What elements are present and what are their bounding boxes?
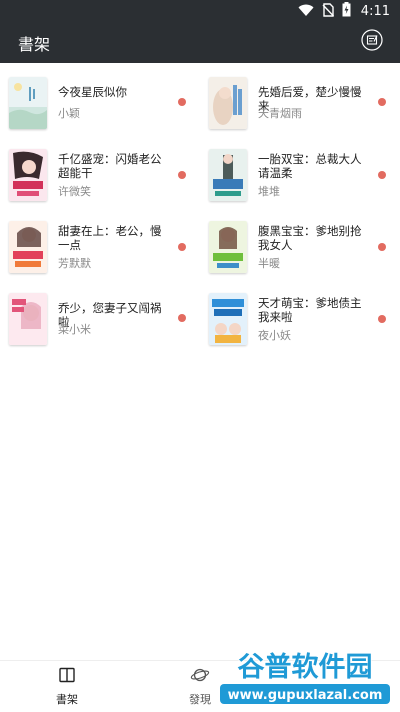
book-title: 一胎双宝：总裁大人请温柔 [258,152,362,180]
unread-dot [378,315,386,323]
nav-label: 書架 [56,693,78,706]
watermark-text: 谷普软件园 [238,651,373,683]
book-title: 千亿盛宠：闪婚老公超能干 [58,152,162,180]
book-author: 菜小米 [58,323,91,336]
book-item[interactable]: 天才萌宝：爹地债主我来啦 夜小妖 [200,279,400,351]
unread-dot [378,98,386,106]
book-item[interactable]: 一胎双宝：总裁大人请温柔 堆堆 [200,135,400,207]
book-title: 腹黑宝宝：爹地别抢我女人 [258,224,362,252]
unread-dot [178,243,186,251]
book-author: 小颖 [58,107,80,120]
book-title: 今夜星辰似你 [58,85,127,99]
bottom-nav: 書架 發現 谷普软件园 www.gupuxlazal.com [0,650,400,712]
book-title: 天才萌宝：爹地债主我来啦 [258,296,362,324]
notes-button[interactable] [360,29,384,55]
unread-dot [178,314,186,322]
no-sim-icon [322,2,334,21]
wifi-icon [298,2,314,21]
book-author: 半暖 [258,257,280,270]
book-cover [9,77,47,129]
unread-dot [378,171,386,179]
status-bar: 4:11 [0,0,400,22]
book-cover [209,149,247,201]
book-title: 甜妻在上：老公，慢一点 [58,224,162,252]
book-icon [59,667,75,687]
book-cover [9,221,47,273]
book-item[interactable]: 腹黑宝宝：爹地别抢我女人 半暖 [200,207,400,279]
status-time: 4:11 [360,3,390,19]
top-bar: 4:11 書架 [0,0,400,63]
book-item[interactable]: 乔少，您妻子又闯祸啦 菜小米 [0,279,200,351]
app-bar: 書架 [0,22,400,63]
book-item[interactable]: 甜妻在上：老公，慢一点 芳默默 [0,207,200,279]
book-cover [209,77,247,129]
book-author: 芳默默 [58,257,91,270]
unread-dot [378,243,386,251]
watermark-logo: 谷普软件园 www.gupuxlazal.com [216,646,394,708]
page-title: 書架 [18,34,51,54]
planet-icon [190,667,210,687]
book-item[interactable]: 今夜星辰似你 小颖 [0,63,200,135]
book-author: 夜小妖 [258,329,291,342]
book-author: 许微笑 [58,185,91,198]
book-cover [209,221,247,273]
notes-icon [361,29,383,55]
watermark-url: www.gupuxlazal.com [228,688,383,703]
unread-dot [178,98,186,106]
book-item[interactable]: 千亿盛宠：闪婚老公超能干 许微笑 [0,135,200,207]
unread-dot [178,171,186,179]
book-cover [9,293,47,345]
book-cover [9,149,47,201]
book-item[interactable]: 先婚后爱，楚少慢慢来 天青烟雨 [200,63,400,135]
nav-label: 發現 [189,693,211,706]
battery-charging-icon [342,1,351,21]
nav-tab-bookshelf[interactable]: 書架 [37,667,97,709]
book-author: 堆堆 [258,185,280,198]
book-cover [209,293,247,345]
book-author: 天青烟雨 [258,107,302,120]
